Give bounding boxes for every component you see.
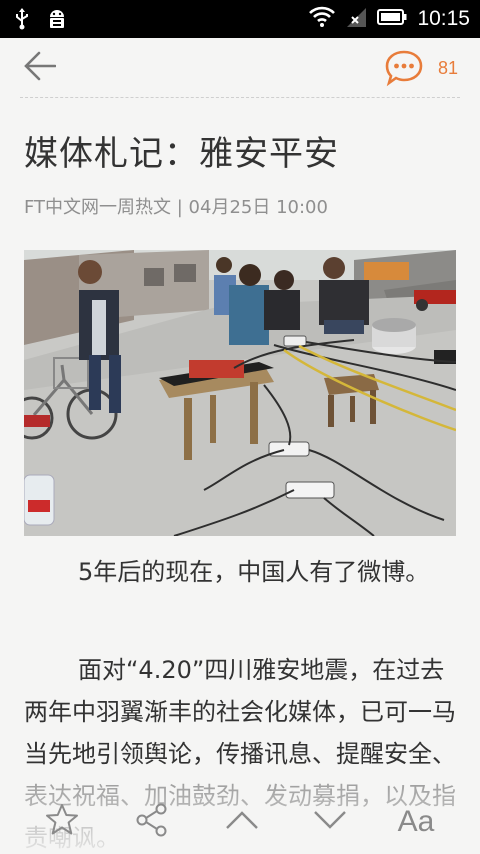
arrow-left-icon: [24, 51, 57, 85]
comments-button[interactable]: [384, 49, 424, 87]
font-size-button[interactable]: Aa: [394, 802, 438, 842]
status-bar: 10:15: [0, 0, 480, 38]
chevron-up-icon: [225, 810, 259, 834]
share-icon: [136, 803, 168, 841]
status-time: 10:15: [417, 7, 470, 30]
battery-icon: [377, 8, 407, 30]
article-title: 媒体札记：雅安平安: [24, 134, 339, 174]
header-divider: [20, 97, 460, 98]
android-debug-icon: [46, 8, 68, 34]
article-paragraph: 5年后的现在，中国人有了微博。: [78, 558, 430, 586]
comment-bubble-icon: [384, 50, 424, 91]
article-meta: FT中文网一周热文 | 04月25日 10:00: [24, 197, 328, 218]
wifi-icon: [309, 6, 336, 32]
article-photo: [24, 250, 456, 536]
favorite-button[interactable]: [40, 802, 84, 842]
header-bar: 81: [0, 38, 480, 98]
bottom-toolbar: Aa: [0, 792, 480, 854]
usb-icon: [14, 8, 30, 34]
share-button[interactable]: [130, 802, 174, 842]
star-icon: [45, 803, 79, 841]
comment-count[interactable]: 81: [438, 58, 458, 79]
back-button[interactable]: [20, 50, 60, 86]
previous-article-button[interactable]: [220, 802, 264, 842]
next-article-button[interactable]: [308, 802, 352, 842]
chevron-down-icon: [313, 810, 347, 834]
signal-icon: [345, 6, 367, 32]
